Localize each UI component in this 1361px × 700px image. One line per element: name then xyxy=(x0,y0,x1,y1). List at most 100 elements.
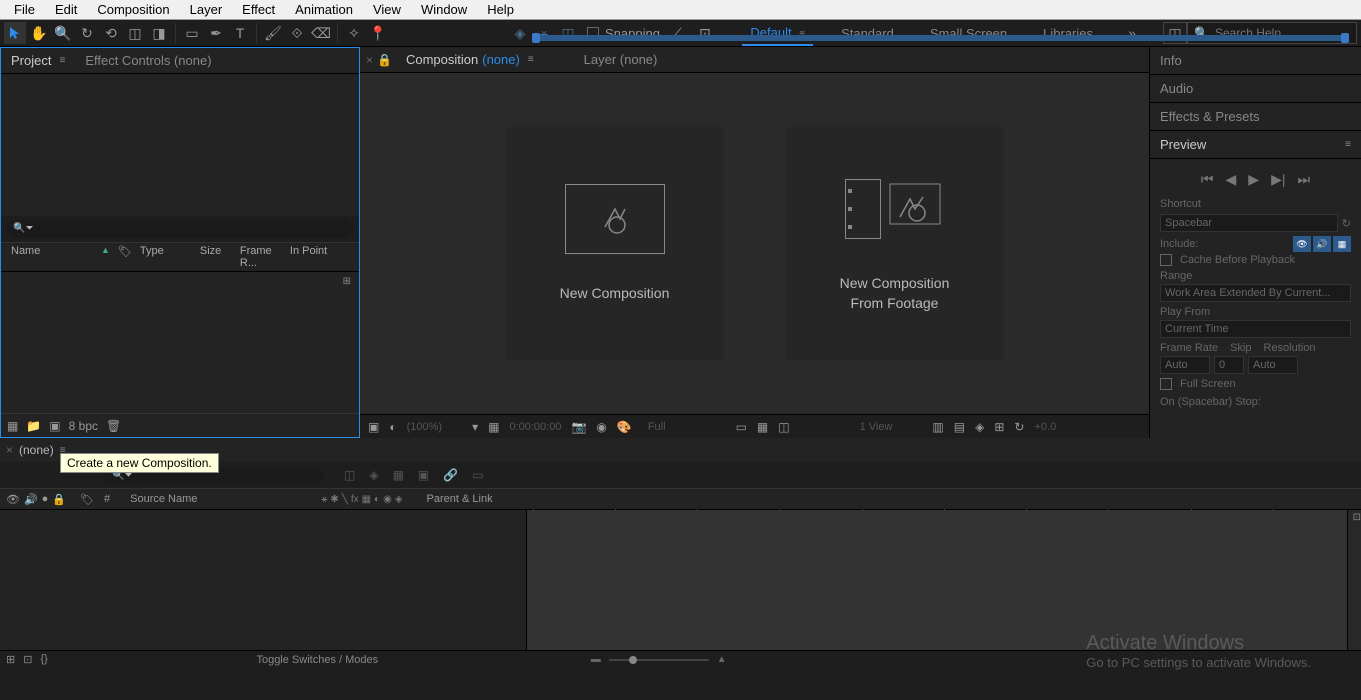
timeline-track-area[interactable]: ⊡ xyxy=(527,510,1361,650)
new-composition-card[interactable]: New Composition xyxy=(505,126,725,361)
collapse-icon[interactable]: ✱ xyxy=(330,494,338,505)
alpha-icon[interactable]: ◐ xyxy=(389,420,396,434)
motionblur-icon[interactable]: ◐ xyxy=(374,494,380,505)
transparency-icon[interactable]: ▦ xyxy=(757,420,768,434)
new-composition-from-footage-card[interactable]: New Composition From Footage xyxy=(785,126,1005,361)
view2-icon[interactable]: ▤ xyxy=(954,420,965,434)
menu-edit[interactable]: Edit xyxy=(45,0,87,19)
effects-presets-section[interactable]: Effects & Presets xyxy=(1150,103,1361,131)
first-frame-icon[interactable]: ⏮ xyxy=(1201,171,1214,188)
pen-tool-icon[interactable]: ✒ xyxy=(205,22,227,44)
col-size[interactable]: Size xyxy=(196,245,236,269)
shy-icon[interactable]: ⚹ xyxy=(321,494,327,505)
resolution-select[interactable]: Auto xyxy=(1248,356,1298,374)
eye-icon[interactable]: 👁 xyxy=(6,493,20,506)
roto-tool-icon[interactable]: ✧ xyxy=(343,22,365,44)
selection-tool-icon[interactable] xyxy=(4,22,26,44)
fullscreen-checkbox[interactable] xyxy=(1160,378,1172,390)
include-audio-icon[interactable]: 🔊 xyxy=(1313,236,1331,252)
view3-icon[interactable]: ◈ xyxy=(975,420,984,434)
audio-col-icon[interactable]: 🔊 xyxy=(24,493,38,506)
timeline-tab[interactable]: (none) xyxy=(19,443,54,457)
zoom-slider[interactable] xyxy=(609,659,709,661)
project-tab[interactable]: Project ≡ xyxy=(1,49,75,72)
flowchart-icon[interactable]: ⊞ xyxy=(343,276,351,287)
hamburger-icon[interactable]: ≡ xyxy=(1345,139,1351,150)
num-col[interactable]: # xyxy=(104,493,110,505)
view-count[interactable]: 1 View xyxy=(860,421,893,433)
workspace-standard[interactable]: Standard xyxy=(833,22,902,45)
adjust-icon[interactable]: ◉ xyxy=(383,494,392,505)
tl-footer-icon1[interactable]: ⊞ xyxy=(6,653,15,666)
quality-icon[interactable]: ╲ xyxy=(342,494,348,505)
rotate-tool-icon[interactable]: ⟲ xyxy=(100,22,122,44)
mask-icon[interactable]: ▣ xyxy=(368,420,379,434)
clone-tool-icon[interactable]: ⟐ xyxy=(286,22,308,44)
puppet-tool-icon[interactable]: 📍 xyxy=(367,22,389,44)
col-inpoint[interactable]: In Point xyxy=(286,245,331,269)
tl-icon5[interactable]: 🔗 xyxy=(443,468,458,482)
3d-tool-icon[interactable]: ◈ xyxy=(509,22,531,44)
tl-footer-icon2[interactable]: ⊡ xyxy=(23,653,32,666)
scrollbar[interactable]: ⊡ xyxy=(1347,510,1361,650)
panbehind-tool-icon[interactable]: ◨ xyxy=(148,22,170,44)
trash-icon[interactable]: 🗑 xyxy=(106,419,121,433)
close-tab-icon[interactable]: × xyxy=(366,53,373,67)
effect-controls-tab[interactable]: Effect Controls (none) xyxy=(75,49,221,72)
preview-section[interactable]: Preview ≡ xyxy=(1150,131,1361,159)
zoom-out-icon[interactable]: ▬ xyxy=(591,654,601,665)
menu-file[interactable]: File xyxy=(4,0,45,19)
orbit-tool-icon[interactable]: ↻ xyxy=(76,22,98,44)
reset-icon[interactable]: ↻ xyxy=(1014,420,1024,434)
tl-icon3[interactable]: ▦ xyxy=(393,468,404,482)
cache-checkbox[interactable] xyxy=(1160,254,1172,266)
include-overlay-icon[interactable]: ▦ xyxy=(1333,236,1351,252)
channel-icon[interactable]: ◉ xyxy=(596,420,606,434)
tag-icon[interactable]: 🏷 xyxy=(114,245,136,269)
hand-tool-icon[interactable]: ✋ xyxy=(28,22,50,44)
res-icon[interactable]: ▾ xyxy=(472,420,478,434)
3d-icon[interactable]: ◈ xyxy=(395,494,403,505)
zoom-value[interactable]: (100%) xyxy=(407,421,442,433)
text-tool-icon[interactable]: T xyxy=(229,22,251,44)
project-search[interactable]: 🔍⏷ xyxy=(7,220,353,238)
timecode[interactable]: 0:00:00:00 xyxy=(509,421,561,433)
frameblend-icon[interactable]: ▦ xyxy=(362,494,371,505)
interpret-icon[interactable]: ▦ xyxy=(7,419,18,433)
tl-icon6[interactable]: ▭ xyxy=(472,468,483,482)
menu-animation[interactable]: Animation xyxy=(285,0,363,19)
folder-icon[interactable]: 📁 xyxy=(26,419,41,433)
playfrom-select[interactable]: Current Time xyxy=(1160,320,1351,338)
rectangle-tool-icon[interactable]: ▭ xyxy=(181,22,203,44)
sort-icon[interactable]: ▲ xyxy=(97,245,114,269)
view1-icon[interactable]: ▥ xyxy=(932,420,943,434)
3dview-icon[interactable]: ◫ xyxy=(778,420,789,434)
solo-icon[interactable]: ● xyxy=(42,493,49,505)
toggle-switches-modes[interactable]: Toggle Switches / Modes xyxy=(54,654,581,666)
zoom-in-icon[interactable]: ▲ xyxy=(717,654,727,665)
eraser-tool-icon[interactable]: ⌫ xyxy=(310,22,332,44)
workspace-smallscreen[interactable]: Small Screen xyxy=(922,22,1015,45)
brush-tool-icon[interactable]: 🖌 xyxy=(262,22,284,44)
col-framerate[interactable]: Frame R... xyxy=(236,245,286,269)
composition-tab[interactable]: Composition (none) ≡ xyxy=(396,48,544,71)
parent-link-col[interactable]: Parent & Link xyxy=(427,493,493,505)
play-icon[interactable]: ▶ xyxy=(1248,171,1259,188)
hamburger-icon[interactable]: ≡ xyxy=(528,54,534,65)
roi-icon[interactable]: ▭ xyxy=(736,420,747,434)
exposure-value[interactable]: +0.0 xyxy=(1034,421,1056,433)
view4-icon[interactable]: ⊞ xyxy=(994,420,1004,434)
framerate-select[interactable]: Auto xyxy=(1160,356,1210,374)
include-video-icon[interactable]: 👁 xyxy=(1293,236,1311,252)
last-frame-icon[interactable]: ⏭ xyxy=(1297,171,1310,188)
range-select[interactable]: Work Area Extended By Current... xyxy=(1160,284,1351,302)
zoom-tool-icon[interactable]: 🔍 xyxy=(52,22,74,44)
workspace-default[interactable]: Default ≡ xyxy=(742,21,813,46)
work-area-bar[interactable] xyxy=(534,35,1347,41)
col-name[interactable]: Name xyxy=(7,245,97,269)
source-name-col[interactable]: Source Name xyxy=(130,493,197,505)
fx-icon[interactable]: fx xyxy=(351,494,359,505)
label-col-icon[interactable]: 🏷 xyxy=(80,493,94,506)
skip-select[interactable]: 0 xyxy=(1214,356,1244,374)
tl-icon2[interactable]: ◈ xyxy=(369,468,378,482)
